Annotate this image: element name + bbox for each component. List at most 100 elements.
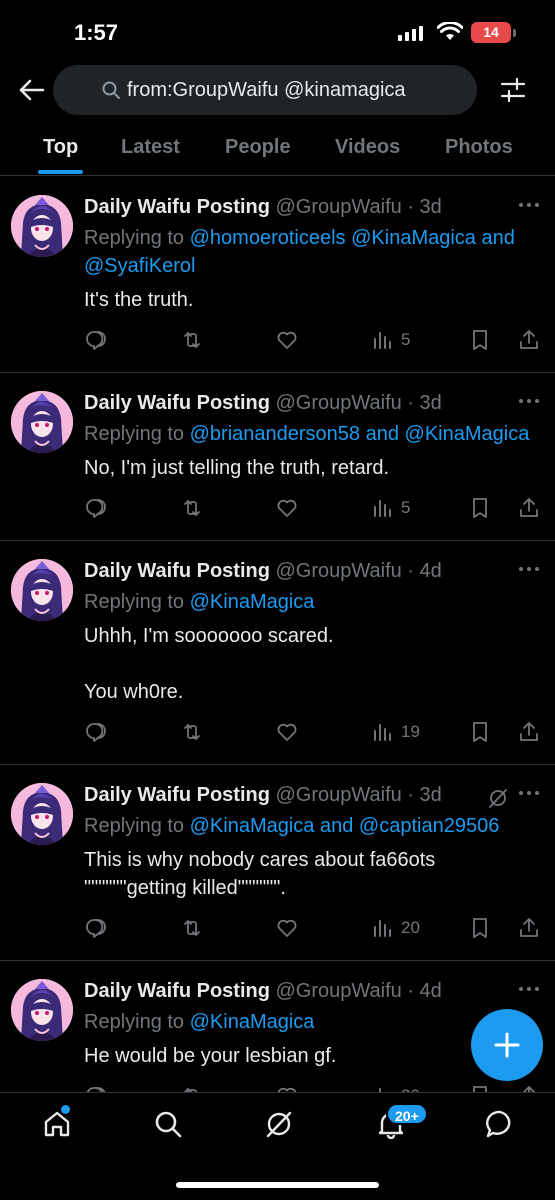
more-options-icon[interactable]	[519, 567, 539, 571]
more-options-icon[interactable]	[519, 987, 539, 991]
bookmark-icon	[473, 1086, 487, 1092]
display-name[interactable]: Daily Waifu Posting	[84, 196, 270, 218]
share-icon	[520, 722, 538, 741]
tweet[interactable]: Daily Waifu Posting @GroupWaifu · 3d Repl…	[0, 373, 555, 541]
views-button[interactable]: 20	[371, 1084, 420, 1092]
active-tab-indicator	[38, 170, 83, 174]
reply-mention-link[interactable]: @homoeroticeels @KinaMagica	[190, 227, 476, 249]
replying-to: Replying to @homoeroticeels @KinaMagica …	[84, 224, 539, 280]
share-button[interactable]	[517, 720, 541, 744]
display-name[interactable]: Daily Waifu Posting	[84, 560, 270, 582]
replying-to: Replying to @KinaMagica	[84, 1008, 539, 1036]
reply-button[interactable]	[84, 916, 108, 940]
display-name[interactable]: Daily Waifu Posting	[84, 980, 270, 1002]
views-chart-icon	[374, 920, 391, 937]
reply-button[interactable]	[84, 1084, 108, 1092]
tweet[interactable]: Daily Waifu Posting @GroupWaifu · 3d Repl…	[0, 765, 555, 961]
bookmark-button[interactable]	[468, 916, 492, 940]
share-button[interactable]	[517, 1084, 541, 1092]
tweet-header: Daily Waifu Posting @GroupWaifu · 3d	[84, 782, 539, 808]
reply-and-text: and	[314, 815, 359, 837]
display-name[interactable]: Daily Waifu Posting	[84, 392, 270, 414]
bookmark-button[interactable]	[468, 328, 492, 352]
avatar[interactable]	[11, 783, 73, 845]
tab-videos[interactable]: Videos	[335, 136, 400, 159]
views-button[interactable]: 20	[371, 916, 420, 940]
reply-mention-link[interactable]: @captian29506	[359, 815, 499, 837]
share-icon	[520, 330, 538, 349]
replying-to-label: Replying to	[84, 591, 190, 613]
repost-button[interactable]	[180, 496, 204, 520]
reply-mention-link[interactable]: @KinaMagica	[405, 423, 530, 445]
views-count: 5	[401, 498, 411, 517]
share-button[interactable]	[517, 328, 541, 352]
bookmark-button[interactable]	[468, 720, 492, 744]
repost-icon	[184, 332, 200, 348]
tab-latest[interactable]: Latest	[121, 136, 180, 159]
reply-mention-link[interactable]: @KinaMagica	[190, 1011, 315, 1033]
repost-button[interactable]	[180, 720, 204, 744]
reply-icon	[86, 499, 106, 518]
tweet[interactable]: Daily Waifu Posting @GroupWaifu · 4d Repl…	[0, 961, 555, 1092]
battery-level: 14	[483, 24, 499, 40]
reply-mention-link[interactable]: @KinaMagica	[190, 591, 315, 613]
avatar-image	[11, 391, 73, 453]
like-button[interactable]	[275, 1084, 299, 1092]
share-button[interactable]	[517, 916, 541, 940]
avatar[interactable]	[11, 559, 73, 621]
bookmark-button[interactable]	[468, 496, 492, 520]
avatar[interactable]	[11, 391, 73, 453]
views-chart-icon	[374, 332, 391, 349]
messages-icon[interactable]	[485, 1109, 515, 1139]
replying-to-label: Replying to	[84, 227, 190, 249]
replying-to: Replying to @KinaMagica and @captian2950…	[84, 812, 539, 840]
tweet[interactable]: Daily Waifu Posting @GroupWaifu · 3d Repl…	[0, 177, 555, 373]
like-button[interactable]	[275, 496, 299, 520]
home-indicator	[176, 1182, 379, 1188]
filter-sliders-icon[interactable]	[499, 76, 527, 104]
more-options-icon[interactable]	[519, 399, 539, 403]
like-button[interactable]	[275, 720, 299, 744]
like-button[interactable]	[275, 916, 299, 940]
reply-mention-link[interactable]: @KinaMagica	[190, 815, 315, 837]
search-input[interactable]	[127, 78, 447, 102]
views-button[interactable]: 5	[371, 496, 410, 520]
reply-mention-link[interactable]: @SyafiKerol	[84, 255, 195, 277]
bookmark-button[interactable]	[468, 1084, 492, 1092]
search-icon[interactable]	[153, 1109, 183, 1139]
share-icon	[520, 498, 538, 517]
views-button[interactable]: 5	[371, 328, 410, 352]
compose-post-button[interactable]	[471, 1009, 543, 1081]
repost-button[interactable]	[180, 1084, 204, 1092]
tab-top[interactable]: Top	[43, 136, 78, 159]
repost-icon	[184, 724, 200, 740]
views-button[interactable]: 19	[371, 720, 420, 744]
like-button[interactable]	[275, 328, 299, 352]
avatar-image	[11, 559, 73, 621]
battery-tip	[513, 29, 516, 37]
tab-people[interactable]: People	[225, 136, 291, 159]
like-heart-icon	[277, 499, 297, 517]
battery-icon: 14	[471, 22, 511, 43]
reply-button[interactable]	[84, 720, 108, 744]
repost-button[interactable]	[180, 328, 204, 352]
avatar[interactable]	[11, 195, 73, 257]
replying-to-label: Replying to	[84, 423, 190, 445]
grok-icon[interactable]	[264, 1109, 294, 1139]
share-button[interactable]	[517, 496, 541, 520]
grok-explain-icon[interactable]	[487, 787, 509, 809]
more-options-icon[interactable]	[519, 791, 539, 795]
display-name[interactable]: Daily Waifu Posting	[84, 784, 270, 806]
search-bar[interactable]	[53, 65, 477, 115]
back-arrow-icon[interactable]	[18, 76, 46, 104]
repost-button[interactable]	[180, 916, 204, 940]
tab-photos[interactable]: Photos	[445, 136, 513, 159]
tweet[interactable]: Daily Waifu Posting @GroupWaifu · 4d Repl…	[0, 541, 555, 765]
views-count: 20	[401, 918, 420, 937]
reply-mention-link[interactable]: @briananderson58	[190, 423, 360, 445]
avatar[interactable]	[11, 979, 73, 1041]
tweet-content: Daily Waifu Posting @GroupWaifu · 3d Repl…	[84, 373, 555, 540]
reply-button[interactable]	[84, 496, 108, 520]
more-options-icon[interactable]	[519, 203, 539, 207]
reply-button[interactable]	[84, 328, 108, 352]
